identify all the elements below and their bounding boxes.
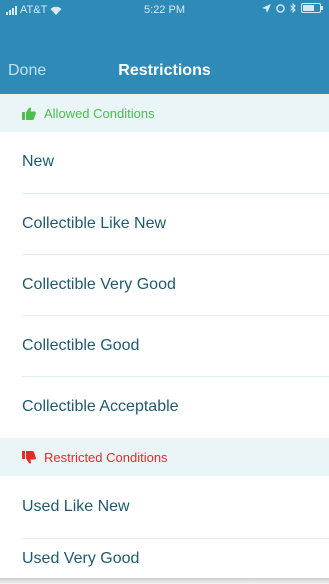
battery-icon bbox=[301, 3, 323, 13]
navigation-bar: Done Restrictions bbox=[0, 20, 329, 94]
allowed-conditions-label: Allowed Conditions bbox=[44, 105, 155, 121]
thumbs-down-icon bbox=[22, 450, 36, 464]
list-item-used-like-new[interactable]: Used Like New bbox=[0, 477, 329, 537]
status-bar: AT&T 5:22 PM bbox=[0, 0, 329, 20]
allowed-conditions-header: Allowed Conditions bbox=[0, 94, 329, 132]
list-item-new[interactable]: New bbox=[0, 132, 329, 192]
status-right bbox=[262, 3, 323, 13]
bottom-edge-shadow bbox=[0, 578, 329, 584]
list-item-collectible-very-good[interactable]: Collectible Very Good bbox=[0, 255, 329, 315]
restricted-conditions-label: Restricted Conditions bbox=[44, 449, 168, 465]
list-item-collectible-like-new[interactable]: Collectible Like New bbox=[0, 194, 329, 254]
restricted-conditions-header: Restricted Conditions bbox=[0, 438, 329, 476]
list-item-collectible-good[interactable]: Collectible Good bbox=[0, 316, 329, 376]
bluetooth-icon bbox=[290, 3, 296, 13]
page-title: Restrictions bbox=[118, 62, 211, 79]
thumbs-up-icon bbox=[22, 106, 36, 120]
location-arrow-icon bbox=[262, 3, 271, 13]
alarm-icon bbox=[276, 3, 285, 13]
list-item-collectible-acceptable[interactable]: Collectible Acceptable bbox=[0, 377, 329, 437]
list-item-used-very-good[interactable]: Used Very Good bbox=[0, 539, 329, 579]
